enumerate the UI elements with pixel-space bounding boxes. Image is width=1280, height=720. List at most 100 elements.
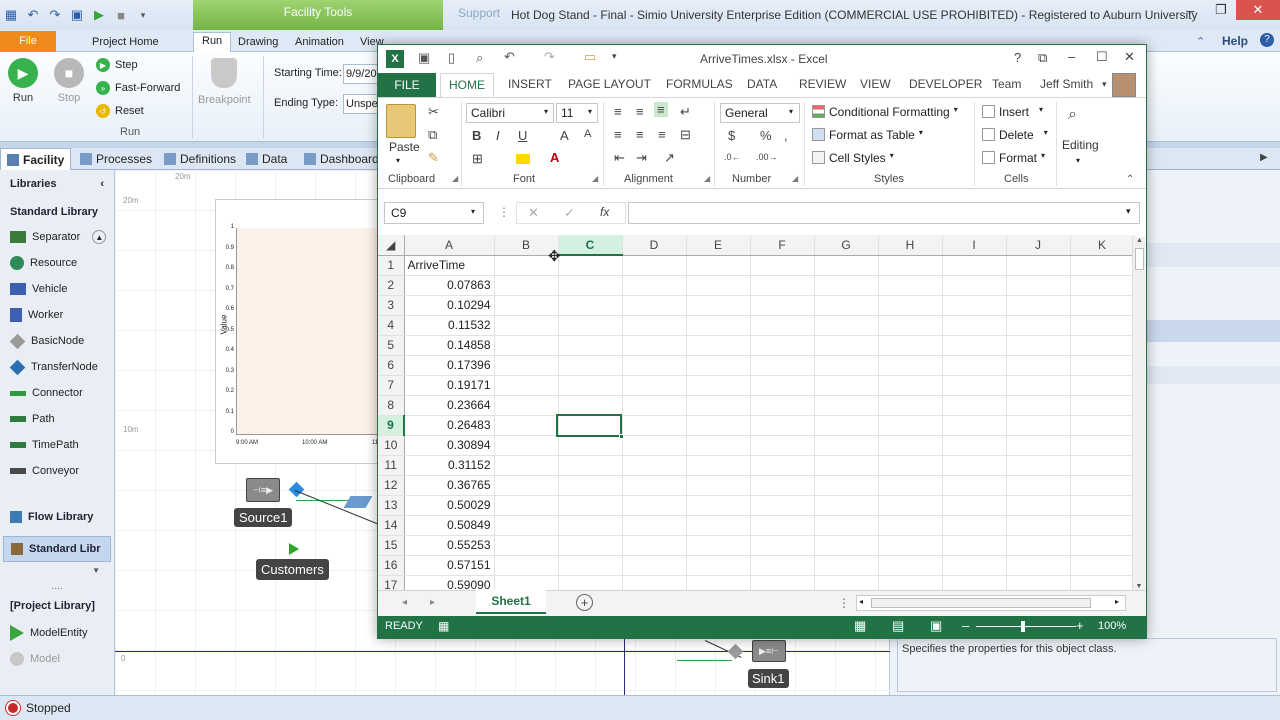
save-icon[interactable]: ▣ (68, 6, 86, 24)
cell-empty[interactable] (878, 335, 943, 356)
row-header[interactable]: 13 (378, 495, 405, 516)
cell-empty[interactable] (494, 435, 559, 456)
tab-run[interactable]: Run (193, 32, 232, 53)
cell-empty[interactable] (942, 495, 1007, 516)
cell-empty[interactable] (814, 515, 879, 536)
cell-empty[interactable] (558, 575, 623, 590)
undo-icon[interactable]: ↶ (504, 49, 515, 65)
column-header-d[interactable]: D (622, 235, 687, 256)
simio-file-tab[interactable]: File (0, 31, 56, 52)
reset-button[interactable]: ↺ Reset (96, 104, 144, 118)
cell-empty[interactable] (558, 335, 623, 356)
formula-input[interactable] (628, 202, 1140, 224)
more-icon[interactable]: ⋮ (498, 205, 510, 219)
editing-button[interactable]: Editing (1062, 138, 1099, 152)
tab-project-home[interactable]: Project Home (84, 34, 167, 53)
expand-formula-bar-icon[interactable]: ▾ (1126, 206, 1131, 217)
paste-dropdown-icon[interactable]: ▾ (396, 156, 400, 165)
expand-libraries-icon[interactable]: ▼ (0, 566, 114, 575)
cell-empty[interactable] (814, 455, 879, 476)
cell-empty[interactable] (1006, 315, 1071, 336)
cell-empty[interactable] (878, 555, 943, 576)
row-header[interactable]: 14 (378, 515, 405, 536)
column-header-a[interactable]: A (404, 235, 495, 256)
lib-item-timepath[interactable]: TimePath (0, 432, 114, 458)
cell-a[interactable]: 0.57151 (404, 555, 495, 576)
cell-empty[interactable] (942, 315, 1007, 336)
tab-home[interactable]: HOME (440, 73, 494, 98)
cell-empty[interactable] (942, 535, 1007, 556)
cell-empty[interactable] (750, 455, 815, 476)
cell-a[interactable]: 0.59090 (404, 575, 495, 590)
cell-a[interactable]: 0.55253 (404, 535, 495, 556)
cell-empty[interactable] (622, 315, 687, 336)
cell-a[interactable]: 0.31152 (404, 455, 495, 476)
redo-icon[interactable]: ↷ (46, 6, 64, 24)
row-header[interactable]: 3 (378, 295, 405, 316)
undo-icon[interactable]: ↶ (24, 6, 42, 24)
cell-empty[interactable] (622, 535, 687, 556)
cell-empty[interactable] (1070, 455, 1135, 476)
row-header[interactable]: 2 (378, 275, 405, 296)
cell-empty[interactable] (1070, 435, 1135, 456)
column-header-h[interactable]: H (878, 235, 943, 256)
cell-empty[interactable] (878, 495, 943, 516)
step-button[interactable]: ▶ Step (96, 58, 138, 72)
properties-row[interactable] (1146, 366, 1280, 384)
cell-empty[interactable] (558, 315, 623, 336)
scroll-down-icon[interactable]: ▼ (1133, 583, 1145, 590)
increase-font-icon[interactable]: A (560, 128, 569, 143)
column-header-i[interactable]: I (942, 235, 1007, 256)
cell-empty[interactable] (686, 275, 751, 296)
number-format-dropdown-icon[interactable]: ▾ (789, 107, 793, 116)
selected-cell-c9[interactable] (556, 414, 622, 437)
cell-empty[interactable] (1070, 375, 1135, 396)
cell-empty[interactable] (942, 355, 1007, 376)
lib-item-resource[interactable]: Resource (0, 250, 114, 276)
cell-empty[interactable] (558, 295, 623, 316)
sink-label[interactable]: Sink1 (748, 669, 789, 688)
next-sheet-icon[interactable]: ▸ (430, 597, 435, 608)
help-icon[interactable]: ? (1260, 33, 1274, 47)
zoom-out-icon[interactable]: – (962, 618, 969, 633)
row-header[interactable]: 7 (378, 375, 405, 396)
horizontal-scrollbar[interactable]: ◂ ▸ (856, 595, 1126, 611)
properties-row[interactable] (1146, 243, 1280, 267)
tab-page-layout[interactable]: PAGE LAYOUT (568, 77, 651, 91)
format-as-table-button[interactable]: Format as Table ▾ (812, 128, 923, 142)
row-header[interactable]: 5 (378, 335, 405, 356)
fill-color-icon[interactable] (516, 154, 530, 164)
cell-empty[interactable] (558, 255, 623, 276)
scroll-thumb[interactable] (1135, 248, 1144, 270)
number-launcher-icon[interactable]: ◢ (792, 174, 798, 183)
customize-qat-icon[interactable]: ▾ (612, 51, 617, 62)
cell-empty[interactable] (1070, 415, 1135, 436)
ribbon-display-options-icon[interactable]: ⧉ (1038, 50, 1047, 66)
cell-empty[interactable] (878, 515, 943, 536)
excel-window[interactable]: X ▣ ▯ ⌕ ↶ ↷ ▭ ▾ ArriveTimes.xlsx - Excel… (377, 44, 1147, 639)
tab-developer[interactable]: DEVELOPER (909, 77, 982, 91)
alignment-launcher-icon[interactable]: ◢ (704, 174, 710, 183)
row-header[interactable]: 12 (378, 475, 405, 496)
cell-empty[interactable] (1006, 455, 1071, 476)
align-right-icon[interactable]: ≡ (658, 127, 666, 142)
cell-a[interactable]: 0.14858 (404, 335, 495, 356)
column-header-f[interactable]: F (750, 235, 815, 256)
cell-empty[interactable] (622, 275, 687, 296)
cell-empty[interactable] (750, 335, 815, 356)
cell-empty[interactable] (878, 435, 943, 456)
cell-empty[interactable] (558, 515, 623, 536)
increase-decimal-icon[interactable]: .0← (724, 152, 741, 162)
minimize-icon[interactable]: – (1068, 49, 1075, 64)
macro-record-icon[interactable]: ▦ (438, 619, 449, 633)
cell-empty[interactable] (750, 315, 815, 336)
run-button[interactable]: ▶ Run (8, 58, 38, 104)
fast-forward-button[interactable]: » Fast-Forward (96, 81, 180, 95)
orientation-icon[interactable]: ↗ (664, 150, 675, 166)
cell-empty[interactable] (494, 355, 559, 376)
cell-empty[interactable] (494, 555, 559, 576)
cell-empty[interactable] (878, 475, 943, 496)
cell-empty[interactable] (750, 255, 815, 276)
cell-empty[interactable] (878, 315, 943, 336)
cell-empty[interactable] (750, 355, 815, 376)
